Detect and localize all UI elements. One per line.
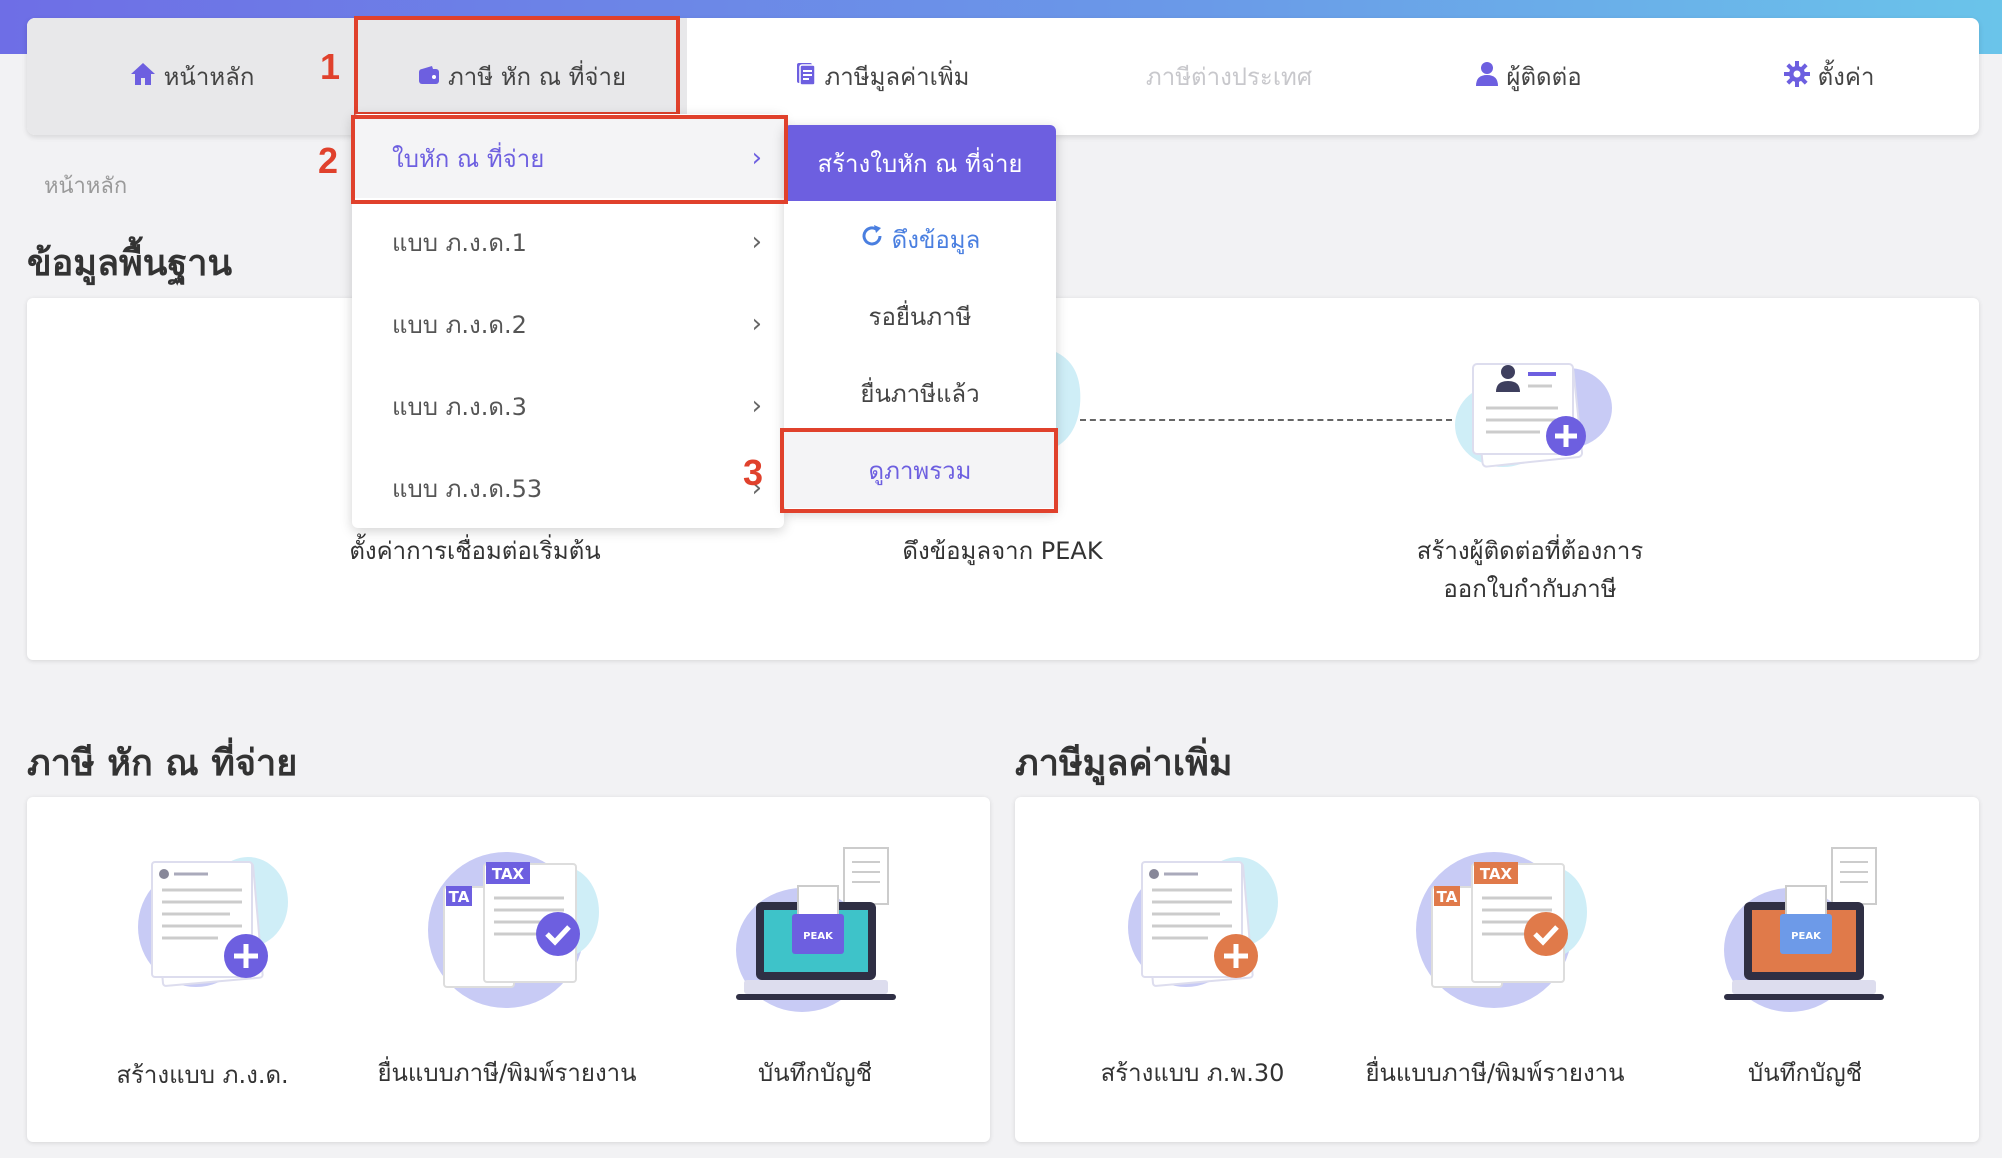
chevron-right-icon: › [751, 391, 762, 421]
submenu-filed[interactable]: ยื่นภาษีแล้ว [784, 355, 1056, 431]
create-pnd-illustration[interactable] [118, 842, 298, 1002]
dropdown-item-label: แบบ ภ.ง.ด.1 [392, 228, 527, 257]
step-label-fetch-peak: ดึงข้อมูลจาก PEAK [902, 537, 1103, 565]
vat-file-tax-report-illustration[interactable]: TA TAX [1412, 842, 1592, 1012]
section-title-basic: ข้อมูลพื้นฐาน [27, 243, 233, 284]
wht-item-label-record: บันทึกบัญชี [758, 1059, 872, 1087]
peak-logo-vat: PEAK [1791, 931, 1822, 942]
nav-vat-label: ภาษีมูลค่าเพิ่ม [824, 63, 970, 91]
vat-tax-label: TAX [1480, 865, 1513, 883]
wht-item-label-file: ยื่นแบบภาษี/พิมพ์รายงาน [377, 1059, 637, 1087]
submenu-fetch-label: ดึงข้อมูล [891, 225, 981, 254]
user-icon [1476, 61, 1499, 93]
submenu-pending-filing[interactable]: รอยื่นภาษี [784, 278, 1056, 354]
step-number-2: 2 [318, 140, 339, 181]
nav-home[interactable]: หน้าหลัก [27, 18, 357, 135]
dropdown-item-pnd3[interactable]: แบบ ภ.ง.ด.3 › [352, 366, 784, 446]
highlight-box-1 [354, 16, 680, 116]
chevron-right-icon: › [751, 309, 762, 339]
section-title-vat: ภาษีมูลค่าเพิ่ม [1015, 743, 1233, 784]
wht-item-label-create: สร้างแบบ ภ.ง.ด. [116, 1061, 289, 1089]
nav-settings[interactable]: ตั้งค่า [1679, 18, 1979, 135]
gear-icon [1783, 60, 1810, 93]
dropdown-item-pnd1[interactable]: แบบ ภ.ง.ด.1 › [352, 202, 784, 282]
step-number-3: 3 [743, 452, 764, 493]
step-number-1: 1 [320, 46, 341, 87]
nav-foreign-tax: ภาษีต่างประเทศ [1079, 18, 1379, 135]
home-icon [130, 62, 156, 92]
nav-home-label: หน้าหลัก [163, 63, 255, 91]
record-accounting-illustration[interactable]: PEAK [732, 840, 900, 1020]
nav-contact-label: ผู้ติดต่อ [1506, 63, 1582, 91]
create-pp30-illustration[interactable] [1108, 842, 1288, 1002]
vat-record-accounting-illustration[interactable]: PEAK [1720, 840, 1888, 1020]
breadcrumb[interactable]: หน้าหลัก [44, 168, 127, 203]
chevron-right-icon: › [751, 227, 762, 257]
step-label-connection: ตั้งค่าการเชื่อมต่อเริ่มต้น [349, 537, 601, 565]
vat-item-label-create: สร้างแบบ ภ.พ.30 [1100, 1059, 1285, 1087]
step-connector-line [1080, 419, 1452, 421]
step-label-create-contact-line1: สร้างผู้ติดต่อที่ต้องการ [1416, 537, 1644, 565]
dropdown-item-pnd2[interactable]: แบบ ภ.ง.ด.2 › [352, 284, 784, 364]
refresh-icon [860, 224, 884, 254]
vat-item-label-record: บันทึกบัญชี [1748, 1059, 1862, 1087]
tax-label: TAX [492, 865, 525, 883]
create-contact-illustration[interactable] [1448, 350, 1618, 475]
dropdown-item-pnd53[interactable]: แบบ ภ.ง.ด.53 › [352, 448, 784, 528]
peak-logo-wht: PEAK [803, 931, 834, 942]
nav-foreign-label: ภาษีต่างประเทศ [1145, 63, 1313, 91]
highlight-box-3 [780, 428, 1058, 513]
ta-label: TA [449, 888, 470, 906]
vat-ta-label: TA [1437, 888, 1458, 906]
nav-settings-label: ตั้งค่า [1817, 63, 1875, 91]
submenu-create-certificate[interactable]: สร้างใบหัก ณ ที่จ่าย [784, 125, 1056, 201]
vat-item-label-file: ยื่นแบบภาษี/พิมพ์รายงาน [1365, 1059, 1625, 1087]
nav-contacts[interactable]: ผู้ติดต่อ [1379, 18, 1679, 135]
step-label-create-contact-line2: ออกใบกำกับภาษี [1443, 575, 1617, 603]
dropdown-item-label: แบบ ภ.ง.ด.3 [392, 392, 527, 421]
highlight-box-2 [351, 115, 788, 204]
dropdown-item-label: แบบ ภ.ง.ด.53 [392, 474, 543, 503]
file-tax-report-illustration[interactable]: TA TAX [424, 842, 604, 1012]
section-title-wht: ภาษี หัก ณ ที่จ่าย [27, 743, 298, 784]
dropdown-item-label: แบบ ภ.ง.ด.2 [392, 310, 527, 339]
submenu-fetch-data[interactable]: ดึงข้อมูล [784, 201, 1056, 277]
document-icon [796, 62, 817, 92]
